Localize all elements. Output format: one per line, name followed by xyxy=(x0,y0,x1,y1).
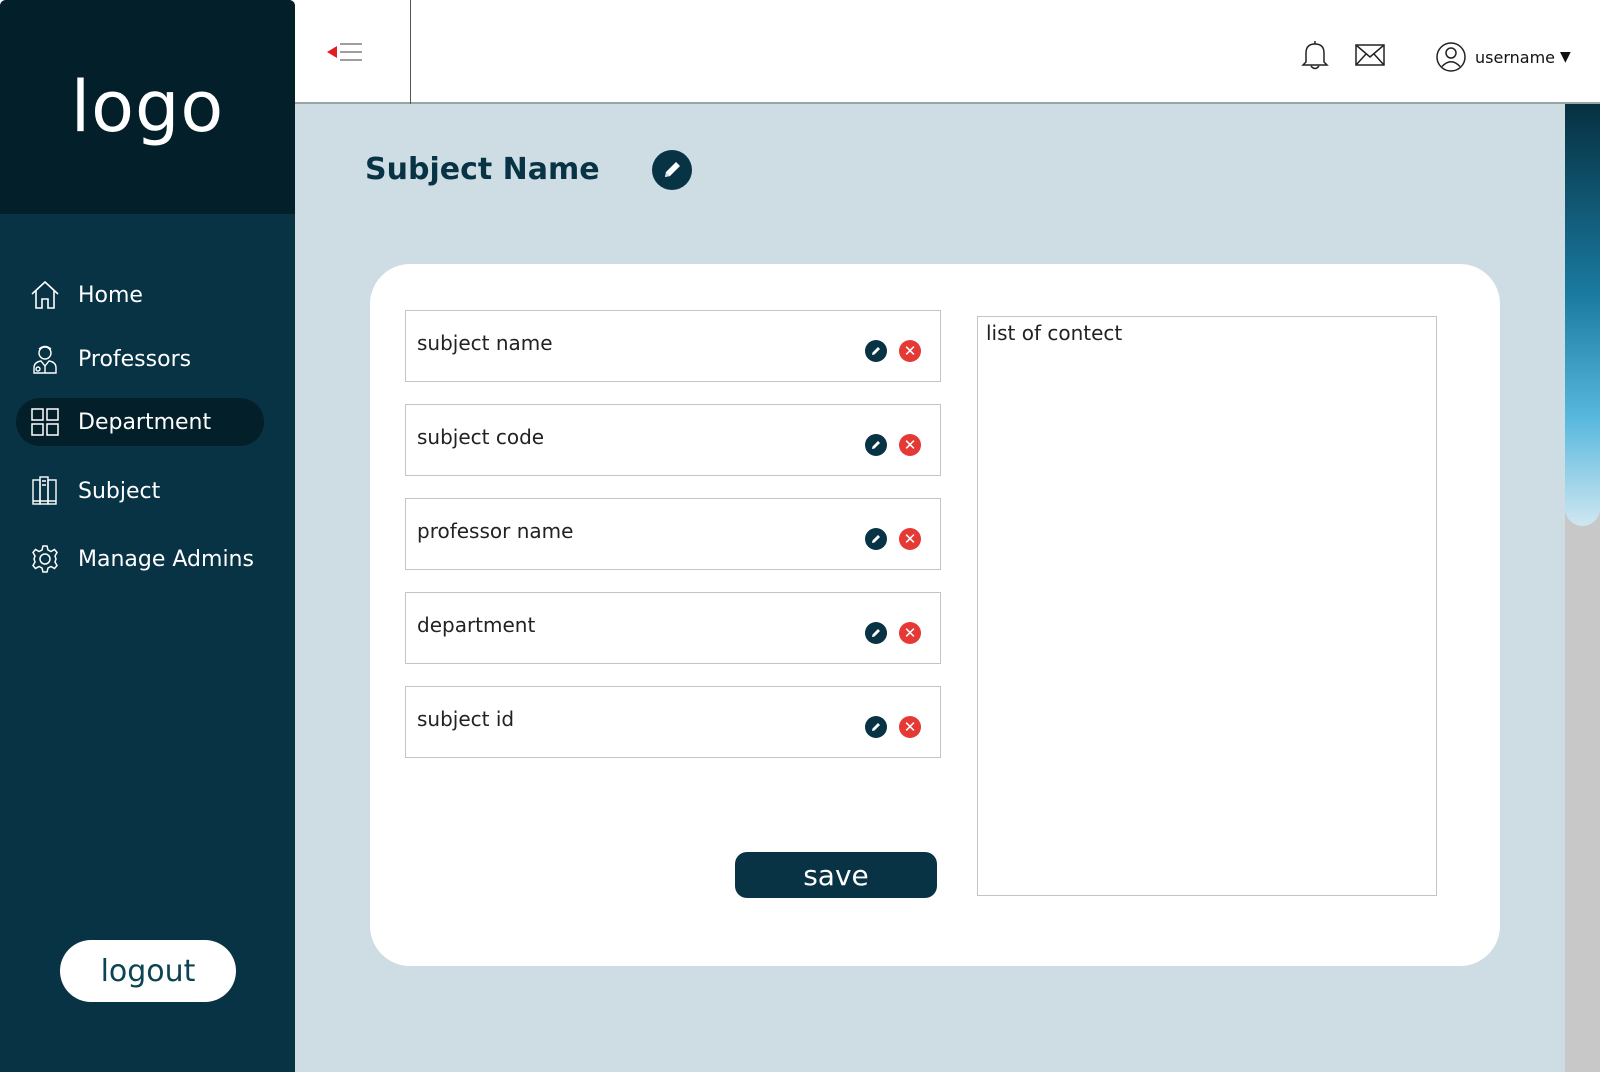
username-label: username xyxy=(1475,47,1555,67)
bell-icon[interactable] xyxy=(1298,38,1332,72)
mail-icon[interactable] xyxy=(1353,38,1387,72)
sidebar-item-department[interactable]: Department xyxy=(16,398,264,446)
field-subject-name[interactable]: subject name ✕ xyxy=(405,310,941,382)
user-menu[interactable]: username ▼ xyxy=(1435,40,1571,74)
sidebar-item-professors[interactable]: Professors xyxy=(16,335,264,383)
sidebar-item-home[interactable]: Home xyxy=(16,271,264,319)
sidebar-item-label: Department xyxy=(78,409,212,435)
field-label: department xyxy=(417,613,536,637)
pencil-icon xyxy=(661,159,683,181)
page-title: Subject Name xyxy=(365,152,600,187)
field-label: subject id xyxy=(417,707,515,731)
content-list-label: list of contect xyxy=(986,321,1123,345)
edit-icon[interactable] xyxy=(865,528,887,550)
subject-form-card: subject name ✕ subject code ✕ professor … xyxy=(370,264,1500,966)
sidebar: logo Home Professors Department Subject xyxy=(0,0,295,1072)
field-subject-id[interactable]: subject id ✕ xyxy=(405,686,941,758)
delete-icon[interactable]: ✕ xyxy=(899,622,921,644)
content-list-box[interactable]: list of contect xyxy=(977,316,1437,896)
edit-icon[interactable] xyxy=(865,716,887,738)
edit-icon[interactable] xyxy=(865,340,887,362)
edit-title-button[interactable] xyxy=(652,150,692,190)
edit-icon[interactable] xyxy=(865,434,887,456)
field-label: professor name xyxy=(417,519,574,543)
header-divider xyxy=(410,0,411,104)
field-label: subject name xyxy=(417,331,553,355)
professor-icon xyxy=(28,342,62,376)
gear-icon xyxy=(28,542,62,576)
save-button[interactable]: save xyxy=(735,852,937,898)
main-content: Subject Name subject name ✕ subject code… xyxy=(295,104,1565,1072)
field-department[interactable]: department ✕ xyxy=(405,592,941,664)
delete-icon[interactable]: ✕ xyxy=(899,340,921,362)
sidebar-item-label: Home xyxy=(78,282,143,308)
scrollbar-thumb[interactable] xyxy=(1565,104,1600,526)
field-subject-code[interactable]: subject code ✕ xyxy=(405,404,941,476)
app-window: logo Home Professors Department Subject xyxy=(0,0,1600,1072)
sidebar-item-label: Professors xyxy=(78,346,192,372)
chevron-down-icon: ▼ xyxy=(1560,49,1571,65)
logo-text: logo xyxy=(70,66,225,148)
delete-icon[interactable]: ✕ xyxy=(899,528,921,550)
home-icon xyxy=(28,278,62,312)
field-label: subject code xyxy=(417,425,545,449)
edit-icon[interactable] xyxy=(865,622,887,644)
delete-icon[interactable]: ✕ xyxy=(899,716,921,738)
grid-icon xyxy=(28,405,62,439)
logo: logo xyxy=(0,0,295,214)
top-header: username ▼ xyxy=(295,0,1600,104)
scrollbar-track[interactable] xyxy=(1565,104,1600,1072)
delete-icon[interactable]: ✕ xyxy=(899,434,921,456)
sidebar-item-manage-admins[interactable]: Manage Admins xyxy=(16,535,264,583)
logout-button[interactable]: logout xyxy=(60,940,236,1002)
book-icon xyxy=(28,474,62,508)
field-professor-name[interactable]: professor name ✕ xyxy=(405,498,941,570)
sidebar-item-label: Subject xyxy=(78,478,161,504)
menu-toggle-icon[interactable] xyxy=(325,40,369,64)
sidebar-item-label: Manage Admins xyxy=(78,546,254,572)
sidebar-item-subject[interactable]: Subject xyxy=(16,467,264,515)
user-icon xyxy=(1435,41,1467,73)
